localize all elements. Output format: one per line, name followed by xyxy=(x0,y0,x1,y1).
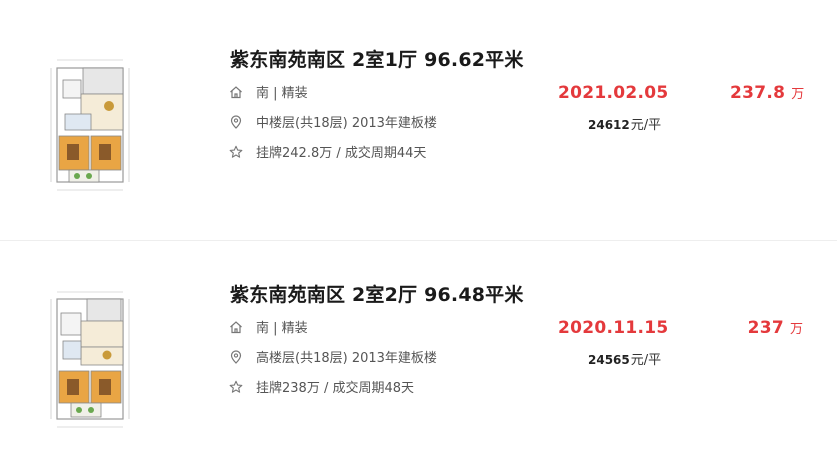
location-pin-icon xyxy=(230,114,242,129)
orientation-decoration-text: 南 | 精装 xyxy=(256,86,308,101)
deal-list-item[interactable]: 紫东南苑南区 2室1厅 96.62平米 南 | 精装 中楼层(共18层) 201… xyxy=(0,0,837,224)
house-info-row: 南 | 精装 xyxy=(229,82,308,101)
unit-price-unit: 元/平 xyxy=(630,353,662,368)
house-icon xyxy=(230,85,242,98)
listing-price-cycle-text: 挂牌238万 / 成交周期48天 xyxy=(256,381,414,396)
unit-price: 24565元/平 xyxy=(588,349,661,368)
listing-info-row: 挂牌242.8万 / 成交周期44天 xyxy=(229,142,426,161)
listing-price-cycle-text: 挂牌242.8万 / 成交周期44天 xyxy=(256,146,427,161)
house-icon xyxy=(230,320,242,333)
unit-price: 24612元/平 xyxy=(588,114,661,133)
star-icon xyxy=(229,380,243,393)
total-price-unit: 万 xyxy=(789,322,803,337)
listing-info-row: 挂牌238万 / 成交周期48天 xyxy=(229,377,414,396)
floor-info-row: 中楼层(共18层) 2013年建板楼 xyxy=(229,112,437,131)
deal-date: 2021.02.05 xyxy=(558,83,669,103)
house-info-row: 南 | 精装 xyxy=(229,317,308,336)
listing-title[interactable]: 紫东南苑南区 2室1厅 96.62平米 xyxy=(230,45,524,72)
listing-title[interactable]: 紫东南苑南区 2室2厅 96.48平米 xyxy=(230,280,524,307)
total-price-value: 237 xyxy=(747,318,784,338)
deal-date: 2020.11.15 xyxy=(558,318,669,338)
floor-plan-image[interactable] xyxy=(47,285,133,435)
floor-info-text: 高楼层(共18层) 2013年建板楼 xyxy=(256,351,437,366)
unit-price-unit: 元/平 xyxy=(630,118,662,133)
total-price: 237 万 xyxy=(730,318,803,338)
unit-price-value: 24612 xyxy=(588,118,630,132)
orientation-decoration-text: 南 | 精装 xyxy=(256,321,308,336)
floor-plan-image[interactable] xyxy=(47,50,133,200)
total-price: 237.8 万 xyxy=(730,83,805,103)
floor-info-text: 中楼层(共18层) 2013年建板楼 xyxy=(256,116,437,131)
location-pin-icon xyxy=(230,349,242,364)
floor-info-row: 高楼层(共18层) 2013年建板楼 xyxy=(229,347,437,366)
unit-price-value: 24565 xyxy=(588,353,630,367)
total-price-unit: 万 xyxy=(791,87,805,102)
star-icon xyxy=(229,145,243,158)
deal-list-item[interactable]: 紫东南苑南区 2室2厅 96.48平米 南 | 精装 高楼层(共18层) 201… xyxy=(0,235,837,459)
total-price-value: 237.8 xyxy=(730,83,786,103)
